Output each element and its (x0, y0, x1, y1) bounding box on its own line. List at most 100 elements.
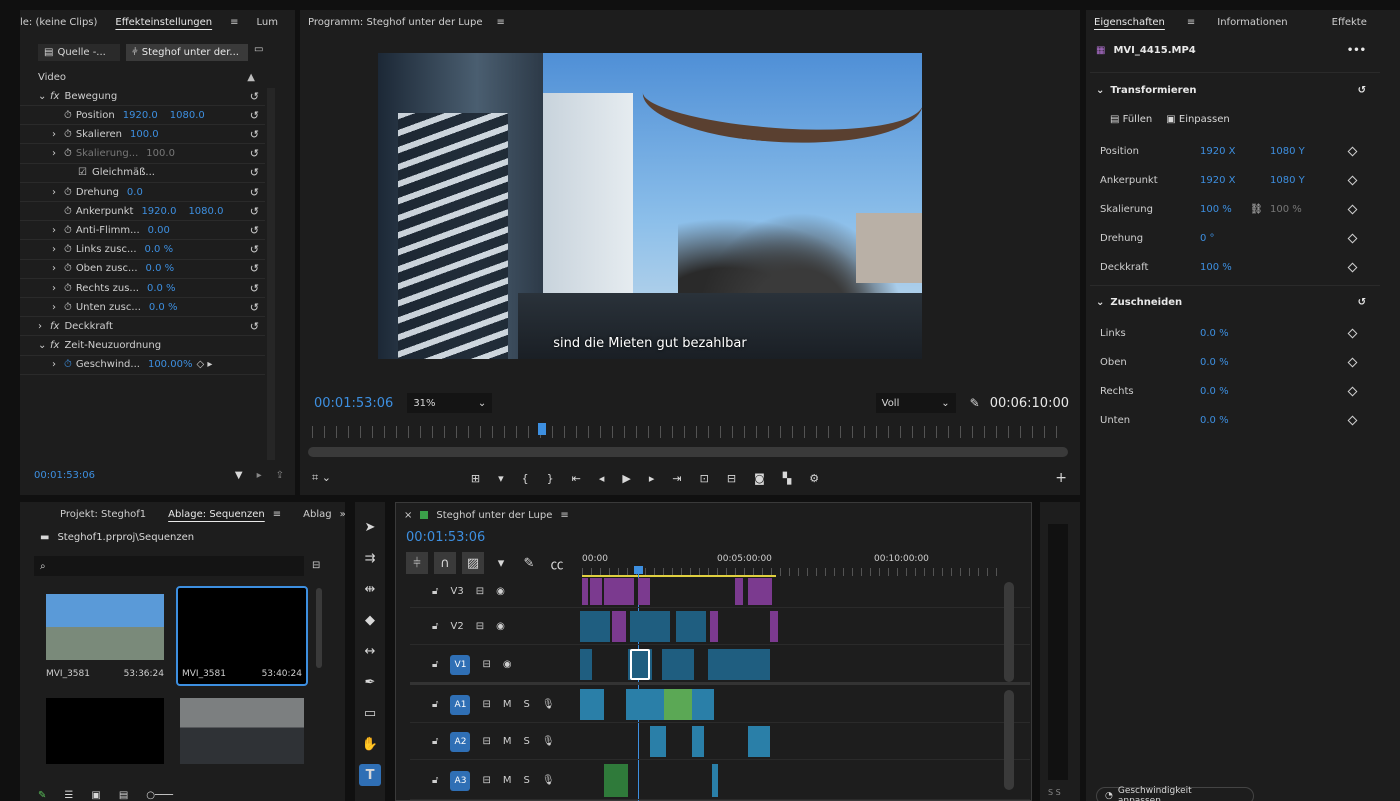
more-icon[interactable]: ••• (1347, 45, 1366, 56)
close-icon[interactable]: × (404, 510, 412, 521)
thumb-3[interactable] (46, 698, 164, 764)
transform-header[interactable]: ⌄ Transformieren ↺ (1096, 85, 1366, 96)
reset-icon[interactable]: ↺ (250, 128, 259, 141)
effect-row[interactable]: › ⏱ Rechts zus... 0.0 % ↺ (20, 279, 265, 298)
clip[interactable] (662, 649, 694, 680)
reset-icon[interactable]: ↺ (250, 205, 259, 218)
sync-lock-icon[interactable]: ⊟ (482, 659, 490, 670)
type-tool-icon[interactable]: T (359, 764, 381, 786)
add-marker-icon[interactable]: ▾ (498, 472, 504, 485)
effect-value[interactable]: 100.0 (130, 129, 159, 140)
sync-lock-icon[interactable]: ⊟ (482, 699, 490, 710)
add-button-icon[interactable]: + (1055, 470, 1067, 486)
property-row[interactable]: Position 1920 X 1080 Y (1100, 137, 1380, 166)
tab-bin[interactable]: Ablag (303, 509, 331, 520)
mic-icon[interactable]: 🎙︎ (542, 699, 555, 710)
rectangle-icon[interactable]: ▭ (359, 702, 381, 724)
clip[interactable] (770, 611, 778, 642)
keyframe-icon[interactable] (1347, 233, 1358, 244)
overflow-icon[interactable]: » (340, 509, 345, 520)
lock-icon[interactable]: 🔓︎ (432, 699, 438, 710)
property-row[interactable]: Drehung 0 ° (1100, 224, 1380, 253)
effect-row[interactable]: › ⏱ Oben zusc... 0.0 % ↺ (20, 260, 265, 279)
clip[interactable] (580, 611, 610, 642)
clip[interactable] (708, 649, 770, 680)
insert-icon[interactable]: ⊡ (700, 472, 709, 485)
zoom-slider-icon[interactable]: ○─── (146, 790, 173, 801)
reset-icon[interactable]: ↺ (250, 147, 259, 160)
effects-scrollbar[interactable] (267, 88, 275, 460)
chevron-icon[interactable]: › (52, 148, 64, 159)
program-scrollbar[interactable] (308, 447, 1068, 457)
track-select-icon[interactable]: ⇉ (359, 547, 381, 569)
tab-menu-icon[interactable]: ≡ (560, 510, 568, 521)
thumb-1[interactable] (46, 594, 164, 660)
chevron-icon[interactable]: › (52, 263, 64, 274)
play-audio-icon[interactable]: ▸ (257, 470, 262, 481)
chevron-icon[interactable]: › (52, 302, 64, 313)
quality-select[interactable]: Voll ⌄ (875, 393, 956, 413)
stopwatch-icon[interactable]: ⏱ (64, 110, 72, 121)
eye-icon[interactable]: ◉ (496, 621, 505, 632)
clip[interactable] (692, 726, 704, 757)
tab-source[interactable]: le: (keine Clips) (20, 17, 97, 28)
clip[interactable] (664, 689, 692, 720)
sync-lock-icon[interactable]: ⊟ (482, 736, 490, 747)
snap-icon[interactable]: ⫩ (406, 552, 428, 574)
effect-value-2[interactable]: 1080.0 (170, 110, 205, 121)
nest-icon[interactable]: ▨ (462, 552, 484, 574)
clip[interactable] (748, 726, 770, 757)
keyframe-icon[interactable] (1347, 328, 1358, 339)
effect-value[interactable]: 0.0 (127, 187, 143, 198)
property-value[interactable]: 0 ° (1200, 233, 1270, 244)
keyframe-icon[interactable] (1347, 357, 1358, 368)
tab-effect-controls[interactable]: Effekteinstellungen (115, 17, 212, 28)
marker-settings-icon[interactable]: ⌗ ⌄ (312, 471, 331, 485)
effect-row[interactable]: › ⏱ Unten zusc... 0.0 % ↺ (20, 298, 265, 318)
crop-row[interactable]: Rechts 0.0 % (1100, 377, 1380, 406)
link-icon[interactable]: ⛓ (1250, 204, 1270, 215)
mark-out-icon[interactable]: } (547, 472, 554, 485)
collapse-icon[interactable]: ▲ (247, 72, 255, 83)
crop-value[interactable]: 0.0 % (1200, 328, 1229, 339)
timeline-tab[interactable]: Steghof unter der Lupe (436, 510, 552, 521)
chevron-icon[interactable]: › (52, 359, 64, 370)
lock-icon[interactable]: 🔓︎ (432, 736, 438, 747)
stopwatch-icon[interactable]: ⏱ (64, 244, 72, 255)
track-v2[interactable]: 🔓︎ V2 ⊟ ◉ (410, 609, 1030, 645)
clip[interactable] (626, 689, 664, 720)
lift-icon[interactable]: ⊞ (471, 472, 480, 485)
lock-icon[interactable]: 🔓︎ (432, 621, 438, 632)
effect-value[interactable]: 100.0 (146, 148, 175, 159)
effect-value[interactable]: 100.00% (148, 359, 193, 370)
track-target-button[interactable]: V1 (450, 654, 471, 675)
thumb-4[interactable] (180, 698, 304, 764)
panel-toggle-icon[interactable]: ▭ (254, 44, 263, 61)
mute-button[interactable]: M (503, 699, 512, 710)
timeline-vscroll-audio[interactable] (1004, 690, 1014, 790)
reset-icon[interactable]: ↺ (250, 186, 259, 199)
solo-button[interactable]: S (524, 775, 530, 786)
keyframe-icon[interactable] (1347, 415, 1358, 426)
track-a3[interactable]: 🔓︎ A3 ⊟ M S 🎙︎ (410, 762, 1030, 800)
stopwatch-icon[interactable]: ⏱ (64, 206, 72, 217)
reset-icon[interactable]: ↺ (250, 320, 259, 333)
property-row[interactable]: Skalierung 100 % ⛓ 100 % (1100, 195, 1380, 224)
fit-button[interactable]: ▣ Einpassen (1166, 114, 1229, 125)
stopwatch-icon[interactable]: ⏱ (64, 148, 72, 159)
project-scrollbar[interactable] (316, 588, 322, 668)
property-row[interactable]: Ankerpunkt 1920 X 1080 Y (1100, 166, 1380, 195)
captions-icon[interactable]: ㏄ (546, 552, 568, 574)
effect-value[interactable]: 0.0 % (149, 302, 178, 313)
camera-icon[interactable]: ◙ (754, 472, 765, 485)
effect-value[interactable]: 0.0 % (145, 244, 174, 255)
clip[interactable] (692, 689, 714, 720)
tab-menu-icon[interactable]: ≡ (230, 17, 238, 28)
ripple-edit-icon[interactable]: ⇹ (359, 578, 381, 600)
program-playhead[interactable] (537, 423, 546, 435)
step-forward-icon[interactable]: ▸ (649, 472, 655, 485)
zoom-select[interactable]: 31% ⌄ (407, 393, 493, 413)
effect-row[interactable]: › ⏱ Anti-Flimm... 0.00 ↺ (20, 221, 265, 241)
export-icon[interactable]: ⇪ (276, 470, 284, 481)
go-to-out-icon[interactable]: ⇥ (672, 472, 681, 485)
